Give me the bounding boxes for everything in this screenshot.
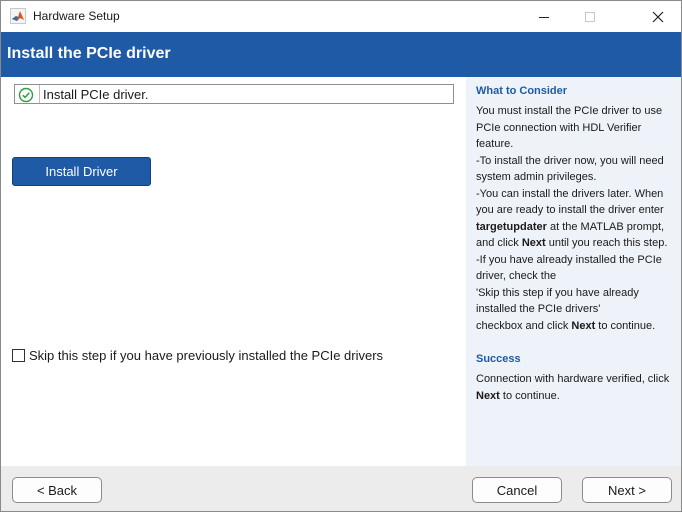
- side-panel: What to Consider You must install the PC…: [466, 77, 681, 466]
- consider-text: driver, check the: [476, 270, 557, 282]
- consider-text: -If you have already installed the PCIe: [476, 253, 662, 266]
- consider-line: -If you have already installed the PCIe: [476, 252, 678, 269]
- success-text: to continue.: [499, 389, 560, 402]
- skip-step-checkbox[interactable]: [12, 348, 25, 362]
- consider-text: until you reach this step.: [545, 237, 668, 249]
- minimize-icon: [539, 16, 549, 18]
- consider-line: and click Next until you reach this step…: [476, 235, 678, 252]
- status-divider: [39, 85, 40, 103]
- install-driver-button[interactable]: Install Driver: [12, 157, 151, 186]
- next-button[interactable]: Next >: [582, 477, 672, 503]
- consider-keyword: Next: [521, 237, 546, 249]
- skip-step-label[interactable]: Skip this step if you have previously in…: [29, 348, 383, 363]
- maximize-icon: [585, 11, 595, 22]
- consider-line: -You can install the drivers later. When: [476, 186, 678, 203]
- consider-line: you are ready to install the driver ente…: [476, 202, 678, 219]
- consider-line: -To install the driver now, you will nee…: [476, 153, 678, 170]
- success-line: Connection with hardware verified, click: [476, 371, 678, 388]
- consider-text: feature.: [476, 138, 514, 150]
- install-status-text: Install PCIe driver.: [43, 87, 149, 102]
- title-bar: Hardware Setup: [1, 1, 681, 32]
- consider-line: installed the PCIe drivers': [476, 301, 678, 318]
- consider-text: You must install the PCIe driver to use: [476, 105, 663, 117]
- consider-text: installed the PCIe drivers': [476, 303, 601, 315]
- install-status-row: Install PCIe driver.: [14, 84, 454, 104]
- consider-keyword: Next: [571, 319, 596, 332]
- main-content: Install PCIe driver. Install Driver Skip…: [1, 77, 466, 466]
- consider-line: checkbox and click Next to continue.: [476, 318, 678, 335]
- consider-text: and click: [476, 237, 522, 249]
- back-button[interactable]: < Back: [12, 477, 102, 503]
- skip-step-row[interactable]: Skip this step if you have previously in…: [12, 347, 383, 363]
- consider-text: 'Skip this step if you have already: [476, 286, 639, 299]
- cancel-button[interactable]: Cancel: [472, 477, 562, 503]
- consider-line: driver, check the: [476, 268, 678, 285]
- what-to-consider-text: You must install the PCIe driver to use P…: [476, 103, 678, 334]
- consider-text: checkbox and click: [476, 319, 572, 332]
- success-keyword: Next: [476, 389, 500, 402]
- consider-text: you are ready to install the driver ente…: [476, 204, 664, 216]
- maximize-button[interactable]: [567, 1, 613, 32]
- matlab-icon: [10, 8, 26, 24]
- consider-line: PCIe connection with HDL Verifier: [476, 120, 678, 137]
- consider-text: at the MATLAB prompt,: [546, 220, 665, 233]
- footer-bar: < Back Cancel Next >: [1, 466, 681, 511]
- consider-line: targetupdater at the MATLAB prompt,: [476, 219, 678, 236]
- check-circle-icon: [18, 87, 34, 103]
- minimize-button[interactable]: [521, 1, 567, 32]
- success-heading: Success: [476, 353, 521, 365]
- consider-text: -You can install the drivers later. When: [476, 187, 664, 200]
- consider-line: system admin privileges.: [476, 169, 678, 186]
- page-header: Install the PCIe driver: [1, 32, 681, 77]
- success-line: Next to continue.: [476, 388, 678, 405]
- consider-keyword: targetupdater: [476, 220, 547, 233]
- consider-text: system admin privileges.: [476, 171, 597, 183]
- consider-text: to continue.: [595, 319, 656, 332]
- consider-line: 'Skip this step if you have already: [476, 285, 678, 302]
- consider-line: feature.: [476, 136, 678, 153]
- what-to-consider-heading: What to Consider: [476, 85, 568, 97]
- window-title: Hardware Setup: [33, 9, 120, 23]
- consider-text: PCIe connection with HDL Verifier: [476, 121, 642, 134]
- hardware-setup-window: Hardware Setup Install the PCIe driver I…: [0, 0, 682, 512]
- consider-text: -To install the driver now, you will nee…: [476, 154, 664, 167]
- close-button[interactable]: [635, 1, 681, 32]
- success-text: Connection with hardware verified, click: [476, 373, 670, 385]
- close-icon: [652, 11, 664, 22]
- page-title: Install the PCIe driver: [7, 45, 171, 62]
- consider-line: You must install the PCIe driver to use: [476, 103, 678, 120]
- success-text: Connection with hardware verified, click…: [476, 371, 678, 404]
